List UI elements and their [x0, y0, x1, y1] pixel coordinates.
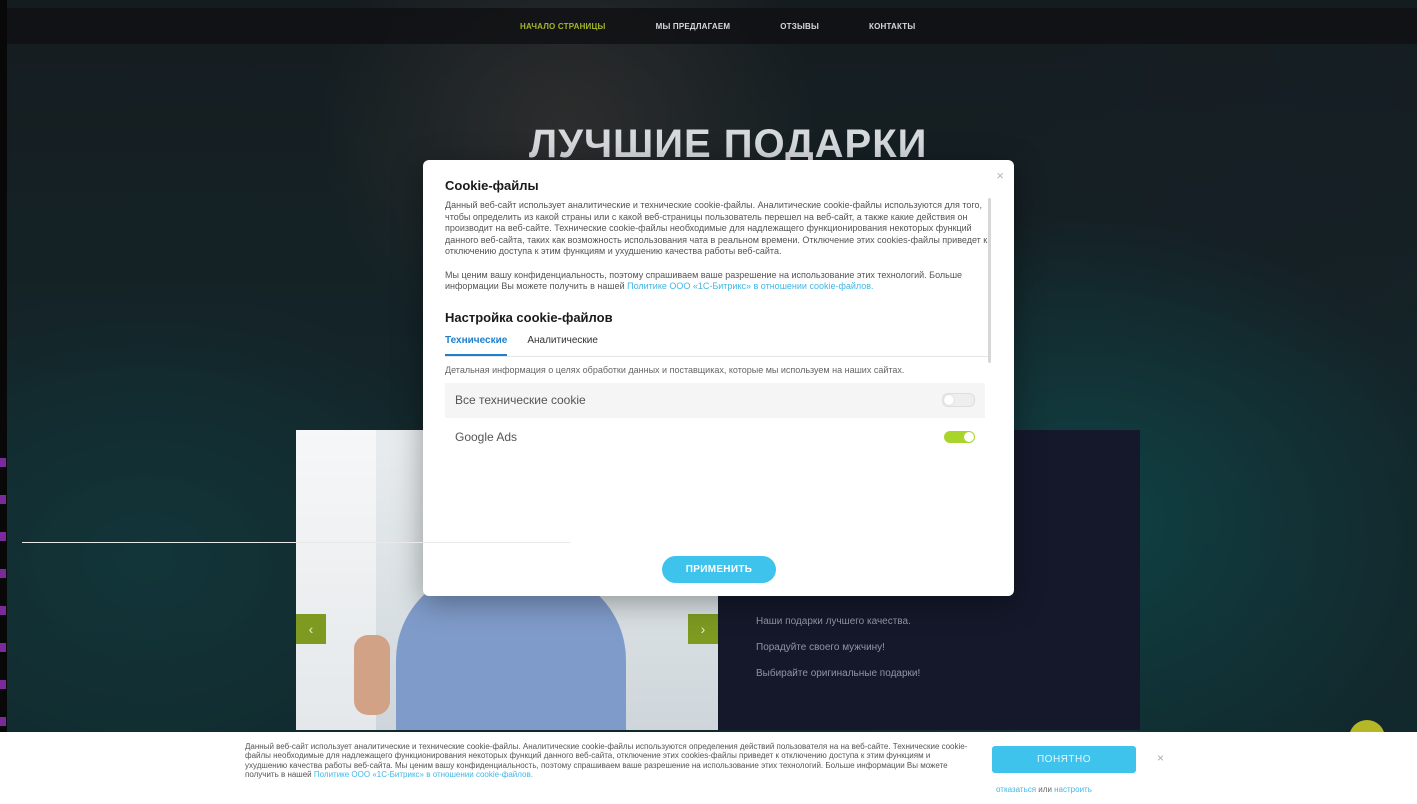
- settings-title: Настройка cookie-файлов: [445, 309, 613, 325]
- toggle-all-technical[interactable]: [942, 393, 975, 407]
- refuse-link[interactable]: отказаться: [996, 785, 1036, 794]
- cookie-banner-links: отказаться или настроить: [996, 785, 1092, 794]
- nav-item-contacts[interactable]: КОНТАКТЫ: [869, 22, 915, 31]
- cookie-row-google-ads: Google Ads: [445, 419, 985, 455]
- modal-close-icon[interactable]: ×: [996, 168, 1004, 183]
- accept-button[interactable]: ПОНЯТНО: [992, 746, 1136, 773]
- top-navigation: НАЧАЛО СТРАНИЦЫ МЫ ПРЕДЛАГАЕМ ОТЗЫВЫ КОН…: [7, 8, 1417, 44]
- nav-item-offers[interactable]: МЫ ПРЕДЛАГАЕМ: [656, 22, 731, 31]
- cookie-banner: Данный веб-сайт использует аналитические…: [0, 732, 1417, 804]
- edge-mark: [0, 606, 6, 615]
- toggle-google-ads[interactable]: [944, 431, 975, 443]
- edge-mark: [0, 717, 6, 726]
- edge-mark: [0, 680, 6, 689]
- tab-analytical[interactable]: Аналитические: [527, 335, 598, 356]
- cookie-banner-close-icon[interactable]: ×: [1157, 751, 1164, 765]
- cookie-row-label: Google Ads: [455, 430, 518, 444]
- edge-mark: [0, 495, 6, 504]
- edge-mark: [0, 458, 6, 467]
- modal-footer-divider: [22, 542, 570, 543]
- tab-description: Детальная информация о целях обработки д…: [445, 364, 905, 375]
- apply-button[interactable]: ПРИМЕНИТЬ: [662, 556, 776, 583]
- cookie-banner-text: Данный веб-сайт использует аналитические…: [245, 742, 971, 780]
- modal-description: Данный веб-сайт использует аналитические…: [445, 200, 988, 256]
- modal-scroll-area[interactable]: Cookie-файлы Данный веб-сайт использует …: [445, 178, 990, 540]
- slider-next-button[interactable]: ›: [688, 614, 718, 644]
- configure-link[interactable]: настроить: [1054, 785, 1092, 794]
- modal-scrollbar[interactable]: [988, 198, 991, 363]
- cookie-tabs: Технические Аналитические: [445, 335, 990, 357]
- cookie-row-label: Все технические cookie: [455, 393, 586, 407]
- cookie-banner-policy-link[interactable]: Политике ООО «1С-Битрикс» в отношении co…: [314, 770, 533, 779]
- slider-text-line: Наши подарки лучшего качества.: [756, 616, 911, 627]
- cookie-row-all-technical: Все технические cookie: [445, 382, 985, 418]
- slider-image-thumb: [354, 635, 390, 715]
- links-separator: или: [1036, 785, 1055, 794]
- slider-text-line: Порадуйте своего мужчину!: [756, 642, 885, 653]
- slider-prev-button[interactable]: ‹: [296, 614, 326, 644]
- nav-item-home[interactable]: НАЧАЛО СТРАНИЦЫ: [520, 22, 606, 31]
- edge-mark: [0, 532, 6, 541]
- left-edge-marks: [0, 458, 8, 758]
- edge-mark: [0, 643, 6, 652]
- modal-title: Cookie-файлы: [445, 178, 539, 193]
- slider-text-line: Выбирайте оригинальные подарки!: [756, 668, 921, 679]
- modal-privacy-text: Мы ценим вашу конфиденциальность, поэтом…: [445, 270, 990, 293]
- tab-technical[interactable]: Технические: [445, 335, 508, 356]
- cookie-settings-modal: × Cookie-файлы Данный веб-сайт используе…: [423, 160, 1014, 596]
- modal-policy-link[interactable]: Политике ООО «1С-Битрикс» в отношении co…: [627, 281, 873, 291]
- edge-mark: [0, 569, 6, 578]
- nav-item-reviews[interactable]: ОТЗЫВЫ: [780, 22, 819, 31]
